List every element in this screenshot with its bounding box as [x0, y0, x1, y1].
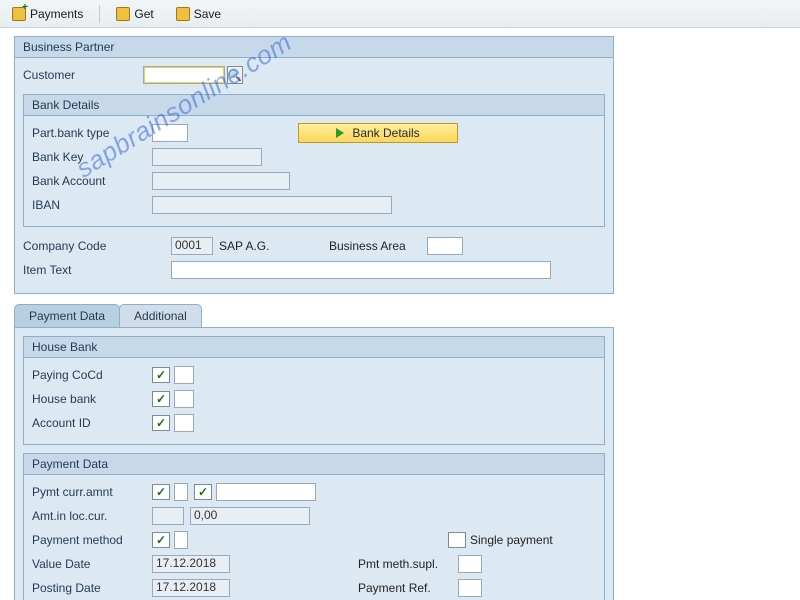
- account-id-checkbox[interactable]: [152, 415, 170, 431]
- house-bank-label: House bank: [32, 392, 152, 406]
- payment-data-group: Payment Data Pymt curr.amnt Amt.in loc.c…: [23, 453, 605, 600]
- get-label: Get: [134, 7, 153, 21]
- search-help-icon[interactable]: 🔍: [227, 66, 243, 84]
- posting-date-label: Posting Date: [32, 581, 152, 595]
- pymt-amnt-checkbox[interactable]: [194, 484, 212, 500]
- house-bank-title: House Bank: [24, 337, 604, 358]
- account-id-input[interactable]: [174, 414, 194, 432]
- paying-cocd-checkbox[interactable]: [152, 367, 170, 383]
- company-code-field: 0001: [171, 237, 213, 255]
- save-icon: [176, 7, 190, 21]
- payments-label: Payments: [30, 7, 83, 21]
- bank-key-label: Bank Key: [32, 150, 152, 164]
- toolbar: Payments Get Save: [0, 0, 800, 28]
- toolbar-separator: [99, 5, 100, 23]
- single-payment-checkbox[interactable]: [448, 532, 466, 548]
- payment-method-checkbox[interactable]: [152, 532, 170, 548]
- tab-payment-data[interactable]: Payment Data: [14, 304, 120, 327]
- pmt-meth-supl-input[interactable]: [458, 555, 482, 573]
- get-button[interactable]: Get: [110, 5, 159, 23]
- payment-ref-label: Payment Ref.: [358, 581, 458, 595]
- bank-details-button[interactable]: Bank Details: [298, 123, 458, 143]
- business-area-label: Business Area: [329, 239, 409, 253]
- paying-cocd-label: Paying CoCd: [32, 368, 152, 382]
- company-code-text: SAP A.G.: [219, 239, 329, 253]
- amt-loc-cur-curr: [152, 507, 184, 525]
- pymt-curr-input[interactable]: [174, 483, 188, 501]
- customer-label: Customer: [23, 68, 143, 82]
- payment-data-title: Payment Data: [24, 454, 604, 475]
- amt-loc-cur-value: 0,00: [190, 507, 310, 525]
- save-label: Save: [194, 7, 221, 21]
- get-icon: [116, 7, 130, 21]
- tabstrip: Payment Data Additional: [14, 304, 616, 327]
- customer-input[interactable]: [143, 66, 225, 84]
- tab-additional[interactable]: Additional: [119, 304, 202, 327]
- bank-account-label: Bank Account: [32, 174, 152, 188]
- company-code-label: Company Code: [23, 239, 171, 253]
- house-bank-group: House Bank Paying CoCd House bank Accoun…: [23, 336, 605, 445]
- paying-cocd-input[interactable]: [174, 366, 194, 384]
- part-bank-type-label: Part.bank type: [32, 126, 152, 140]
- bank-account-field: [152, 172, 290, 190]
- payments-button[interactable]: Payments: [6, 5, 89, 23]
- house-bank-checkbox[interactable]: [152, 391, 170, 407]
- value-date-label: Value Date: [32, 557, 152, 571]
- pmt-meth-supl-label: Pmt meth.supl.: [358, 557, 458, 571]
- posting-date-field: 17.12.2018: [152, 579, 230, 597]
- item-text-label: Item Text: [23, 263, 171, 277]
- bank-details-title: Bank Details: [24, 95, 604, 116]
- iban-field: [152, 196, 392, 214]
- bank-details-button-label: Bank Details: [352, 126, 419, 140]
- payments-icon: [12, 7, 26, 21]
- single-payment-label: Single payment: [470, 533, 553, 547]
- amt-loc-cur-label: Amt.in loc.cur.: [32, 509, 152, 523]
- bank-details-group: Bank Details Part.bank type Bank Details: [23, 94, 605, 227]
- part-bank-type-input[interactable]: [152, 124, 188, 142]
- payment-ref-input[interactable]: [458, 579, 482, 597]
- account-id-label: Account ID: [32, 416, 152, 430]
- arrow-right-icon: [336, 128, 344, 138]
- pymt-curr-checkbox[interactable]: [152, 484, 170, 500]
- payment-method-label: Payment method: [32, 533, 152, 547]
- value-date-field: 17.12.2018: [152, 555, 230, 573]
- business-partner-panel: Business Partner Customer 🔍 Bank Details…: [14, 36, 614, 294]
- item-text-input[interactable]: [171, 261, 551, 279]
- payment-method-input[interactable]: [174, 531, 188, 549]
- bank-key-field: [152, 148, 262, 166]
- pymt-curr-amnt-label: Pymt curr.amnt: [32, 485, 152, 499]
- iban-label: IBAN: [32, 198, 152, 212]
- pymt-amnt-input[interactable]: [216, 483, 316, 501]
- save-button[interactable]: Save: [170, 5, 227, 23]
- business-area-input[interactable]: [427, 237, 463, 255]
- business-partner-title: Business Partner: [14, 36, 614, 57]
- house-bank-input[interactable]: [174, 390, 194, 408]
- payment-data-tab-panel: House Bank Paying CoCd House bank Accoun…: [14, 327, 614, 600]
